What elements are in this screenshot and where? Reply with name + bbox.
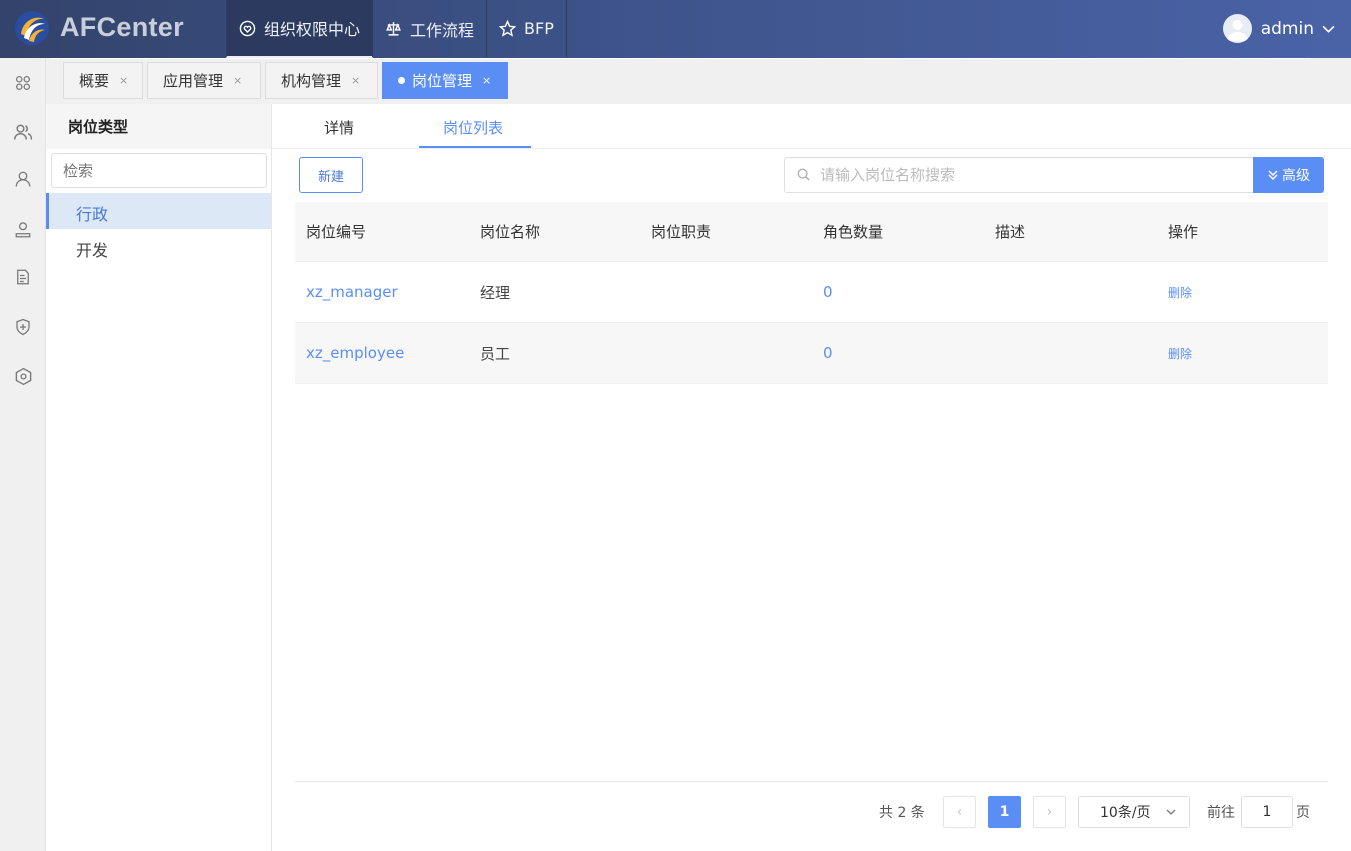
next-page-button[interactable]: › <box>1033 796 1066 828</box>
rail-groups[interactable] <box>12 121 34 143</box>
username: admin <box>1260 18 1314 39</box>
hexagon-settings-icon <box>15 367 31 385</box>
topnav-label: 工作流程 <box>410 20 475 40</box>
panel-title: 岗位类型 <box>46 104 271 149</box>
page-size-value: 10条/页 <box>1100 805 1151 821</box>
type-item-admin[interactable]: 行政 <box>46 193 271 229</box>
page-size-select[interactable]: 10条/页 <box>1078 796 1190 828</box>
top-nav: 组织权限中心 工作流程 BFP <box>226 0 567 58</box>
advanced-search-button[interactable]: 高级 <box>1253 157 1324 193</box>
position-name: 员工 <box>480 344 511 363</box>
active-tab-indicator <box>419 146 531 148</box>
pagination: 共 2 条 ‹ 1 › 10条/页 前往 1 页 <box>272 796 1351 830</box>
tab-org-management[interactable]: 机构管理 × <box>265 62 378 99</box>
position-table: 岗位编号 岗位名称 岗位职责 角色数量 描述 操作 xz_manager 经理 … <box>295 202 1328 384</box>
topnav-label: BFP <box>524 19 554 38</box>
logo-icon <box>15 11 49 45</box>
topnav-workflow[interactable]: 工作流程 <box>372 0 488 57</box>
column-header: 角色数量 <box>823 223 884 241</box>
users-group-icon <box>13 124 33 140</box>
goto-unit: 页 <box>1296 805 1310 821</box>
apps-icon <box>15 75 31 91</box>
total-count: 共 2 条 <box>879 805 925 821</box>
tab-app-management[interactable]: 应用管理 × <box>147 62 261 99</box>
position-name: 经理 <box>480 283 511 302</box>
search-icon <box>797 168 810 181</box>
rail-users[interactable] <box>12 168 34 190</box>
active-dot <box>398 77 405 84</box>
icon-rail <box>0 58 46 851</box>
heart-shield-icon <box>239 20 256 36</box>
scale-icon <box>386 22 401 36</box>
prev-page-button[interactable]: ‹ <box>943 796 976 828</box>
tab-label: 岗位管理 <box>412 72 473 90</box>
tab-detail[interactable]: 详情 <box>324 117 354 138</box>
column-header: 描述 <box>995 223 1026 241</box>
rail-apps[interactable] <box>12 72 34 94</box>
tab-label: 应用管理 <box>163 72 224 90</box>
star-icon <box>499 20 517 37</box>
rail-security[interactable] <box>12 316 34 338</box>
delete-link[interactable]: 删除 <box>1168 323 1192 383</box>
topnav-bfp[interactable]: BFP <box>486 0 567 57</box>
rail-positions[interactable] <box>12 219 34 241</box>
position-code-link[interactable]: xz_manager <box>306 262 398 322</box>
close-icon[interactable]: × <box>482 74 491 87</box>
rail-docs[interactable] <box>12 266 34 288</box>
column-header: 岗位名称 <box>480 223 541 241</box>
type-search-input[interactable] <box>51 153 267 188</box>
table-row: xz_manager 经理 0 删除 <box>295 262 1328 323</box>
advanced-label: 高级 <box>1282 168 1310 184</box>
tab-overview[interactable]: 概要 × <box>63 62 143 99</box>
document-list-icon <box>17 269 29 285</box>
page-1-button[interactable]: 1 <box>988 796 1021 828</box>
shield-plus-icon <box>16 318 30 336</box>
chevron-down-icon <box>1166 809 1176 815</box>
table-row: xz_employee 员工 0 删除 <box>295 323 1328 384</box>
role-count-link[interactable]: 0 <box>823 262 833 322</box>
position-code-link[interactable]: xz_employee <box>306 323 404 383</box>
role-count-link[interactable]: 0 <box>823 323 833 383</box>
user-icon <box>15 171 31 187</box>
brand-name: AFCenter <box>60 12 184 42</box>
page-tabs: 概要 × 应用管理 × 机构管理 × 岗位管理 × <box>46 58 1351 104</box>
column-header: 岗位编号 <box>306 223 367 241</box>
close-icon[interactable]: × <box>119 74 128 87</box>
type-item-dev[interactable]: 开发 <box>46 229 271 265</box>
close-icon[interactable]: × <box>351 74 360 87</box>
chevron-down-icon <box>1322 25 1335 33</box>
position-search-input[interactable] <box>784 157 1254 193</box>
double-chevron-down-icon <box>1268 170 1278 181</box>
goto-page-input[interactable]: 1 <box>1241 796 1293 828</box>
topnav-label: 组织权限中心 <box>264 20 361 39</box>
rail-settings[interactable] <box>12 365 34 387</box>
sub-tabs: 详情 岗位列表 <box>272 104 1351 149</box>
user-badge-icon <box>15 222 31 238</box>
topnav-org-permission[interactable]: 组织权限中心 <box>226 0 374 58</box>
column-header: 岗位职责 <box>651 223 712 241</box>
close-icon[interactable]: × <box>233 74 242 87</box>
tab-label: 机构管理 <box>281 72 342 90</box>
position-type-panel: 岗位类型 行政 开发 <box>46 104 272 851</box>
delete-link[interactable]: 删除 <box>1168 262 1192 322</box>
tab-position-list[interactable]: 岗位列表 <box>443 117 503 138</box>
user-menu[interactable]: admin <box>1222 14 1335 43</box>
divider <box>295 781 1328 782</box>
table-header: 岗位编号 岗位名称 岗位职责 角色数量 描述 操作 <box>295 202 1328 262</box>
main-content: 详情 岗位列表 新建 高级 岗位编号 岗位名称 岗位职责 角色数量 描述 操作 … <box>272 104 1351 851</box>
tab-position-management[interactable]: 岗位管理 × <box>382 62 508 99</box>
user-avatar-icon <box>1226 20 1248 41</box>
tab-label: 概要 <box>79 72 110 90</box>
avatar <box>1222 14 1252 43</box>
top-header: AFCenter 组织权限中心 工作流程 BFP admin <box>0 0 1351 58</box>
column-header: 操作 <box>1168 223 1199 241</box>
new-button[interactable]: 新建 <box>299 157 363 193</box>
goto-label: 前往 <box>1207 805 1235 821</box>
